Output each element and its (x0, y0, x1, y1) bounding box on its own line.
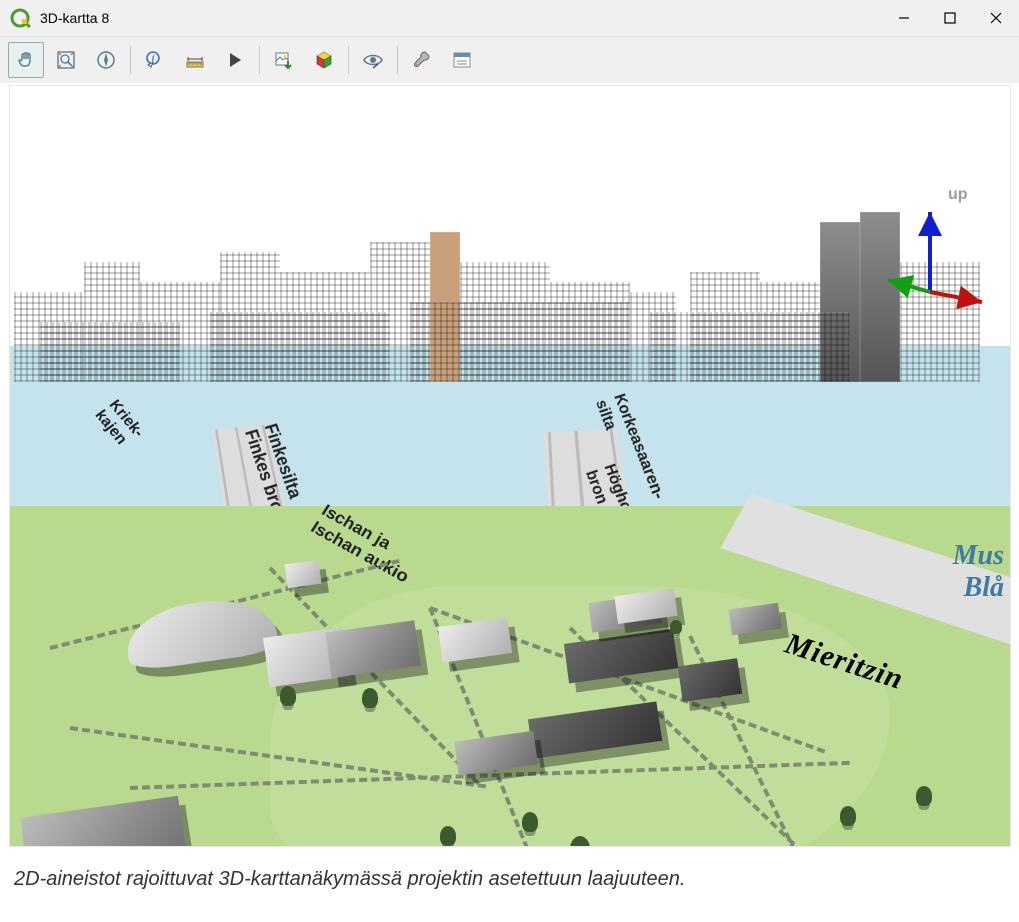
3d-map-viewport[interactable]: Finkesilta Finkes bro Korkeasaaren- silt… (9, 85, 1011, 847)
window-title: 3D-kartta 8 (40, 10, 109, 26)
toolbar-separator (397, 46, 398, 74)
eye-icon (362, 50, 384, 70)
settings-button[interactable] (404, 42, 440, 78)
figure-caption: 2D-aineistot rajoittuvat 3D-karttanäkymä… (14, 865, 1005, 893)
water-label-bla: Blå (964, 572, 1004, 604)
city-skyline (10, 192, 1010, 382)
zoom-extents-icon (56, 50, 76, 70)
tree (916, 786, 932, 806)
save-image-button[interactable] (266, 42, 302, 78)
toolbar-separator (259, 46, 260, 74)
toolbar: i (0, 37, 1019, 83)
pan-tool-button[interactable] (8, 42, 44, 78)
tree (440, 826, 456, 846)
save-image-icon (274, 50, 294, 70)
identify-icon: i (145, 50, 165, 70)
water-label-mus: Mus (953, 540, 1004, 572)
measure-icon (185, 50, 205, 70)
close-button[interactable] (973, 0, 1019, 36)
tree (280, 686, 296, 706)
play-icon (226, 51, 244, 69)
animation-play-button[interactable] (217, 42, 253, 78)
hand-icon (19, 53, 30, 66)
tree (362, 688, 378, 708)
compass-icon (96, 50, 116, 70)
axis-gizmo[interactable]: up (870, 192, 990, 312)
tree (522, 812, 538, 832)
axis-x (930, 292, 982, 302)
visibility-button[interactable] (355, 42, 391, 78)
compass-button[interactable] (88, 42, 124, 78)
axis-y (888, 280, 930, 292)
zoom-full-button[interactable] (48, 42, 84, 78)
cube-icon (314, 50, 334, 70)
titlebar: 3D-kartta 8 (0, 0, 1019, 37)
3d-cube-button[interactable] (306, 42, 342, 78)
minimize-button[interactable] (881, 0, 927, 36)
maximize-button[interactable] (927, 0, 973, 36)
options-icon (452, 50, 472, 70)
app-window: 3D-kartta 8 i (0, 0, 1019, 893)
options-button[interactable] (444, 42, 480, 78)
qgis-app-icon (10, 7, 32, 29)
window-controls (881, 0, 1019, 36)
identify-button[interactable]: i (137, 42, 173, 78)
toolbar-separator (348, 46, 349, 74)
measure-button[interactable] (177, 42, 213, 78)
tree (840, 806, 856, 826)
building (285, 560, 322, 588)
tree (670, 620, 682, 634)
wrench-icon (412, 50, 432, 70)
toolbar-separator (130, 46, 131, 74)
